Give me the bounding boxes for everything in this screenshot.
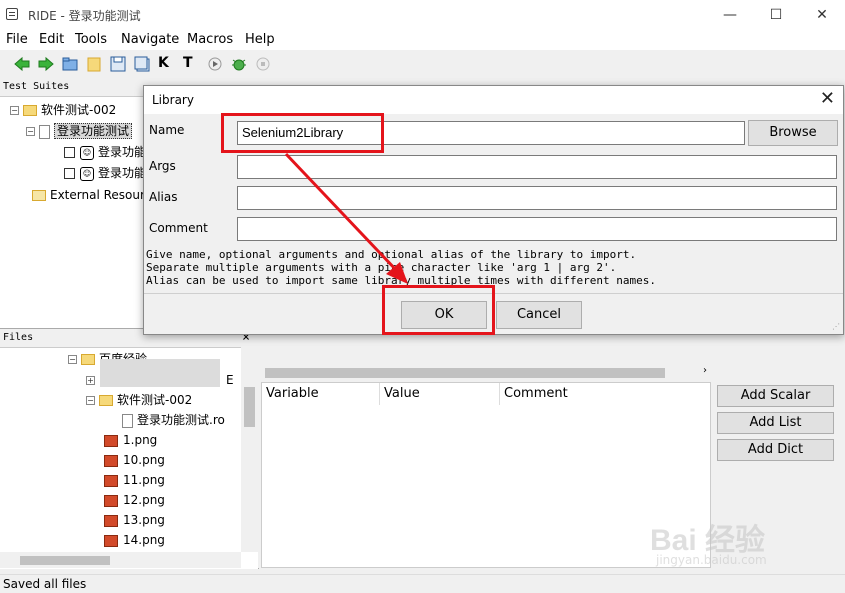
- tree-item-label: E: [226, 373, 234, 387]
- name-label: Name: [149, 123, 185, 137]
- watermark: Bai 经验 jingyan.baidu.com: [650, 515, 840, 575]
- tree-item-file[interactable]: 登录功能测试.ro: [122, 410, 225, 430]
- back-arrow-icon[interactable]: [14, 56, 30, 72]
- expand-icon[interactable]: +: [86, 376, 95, 385]
- collapse-icon[interactable]: −: [10, 106, 19, 115]
- tree-item-png[interactable]: 10.png: [104, 450, 165, 470]
- collapse-icon[interactable]: −: [86, 396, 95, 405]
- files-header-label: Files: [3, 332, 34, 343]
- resource-folder-icon: [32, 190, 46, 201]
- save-all-icon[interactable]: [134, 56, 150, 72]
- cancel-button[interactable]: Cancel: [496, 301, 582, 329]
- file-icon: [122, 413, 133, 428]
- tree-item-png[interactable]: 1.png: [104, 430, 157, 450]
- folder-icon: [23, 105, 37, 116]
- test-search-icon[interactable]: T: [183, 55, 199, 71]
- variables-grid[interactable]: Variable Value Comment: [261, 382, 711, 568]
- close-window-button[interactable]: ✕: [799, 0, 845, 30]
- run-icon[interactable]: [207, 56, 223, 72]
- alias-label: Alias: [149, 190, 178, 204]
- window-title: RIDE - 登录功能测试: [28, 9, 141, 23]
- files-vertical-scrollbar[interactable]: [241, 347, 258, 552]
- tree-item-test-case[interactable]: ☺ 登录功能: [64, 142, 146, 162]
- image-file-icon: [104, 474, 118, 487]
- image-file-icon: [104, 534, 118, 547]
- tree-item-png[interactable]: 13.png: [104, 510, 165, 530]
- status-text: Saved all files: [3, 577, 87, 591]
- annotation-box-name: [221, 113, 384, 153]
- comment-label: Comment: [149, 221, 208, 235]
- dialog-title-bar: Library ✕: [144, 86, 843, 114]
- scroll-thumb[interactable]: [265, 368, 665, 378]
- debug-bug-icon[interactable]: [231, 56, 247, 72]
- minimize-button[interactable]: —: [707, 0, 753, 30]
- image-file-icon: [104, 454, 118, 467]
- new-folder-icon[interactable]: [86, 56, 102, 72]
- open-folder-icon[interactable]: [62, 56, 78, 72]
- scroll-thumb[interactable]: [20, 556, 110, 565]
- menu-file[interactable]: File: [6, 32, 28, 47]
- dialog-title: Library: [152, 93, 194, 107]
- tree-item-suite[interactable]: − 软件测试-002: [10, 100, 116, 120]
- column-value: Value: [380, 383, 500, 405]
- column-comment: Comment: [504, 386, 568, 401]
- folder-icon: [81, 354, 95, 365]
- menu-bar: File Edit Tools Navigate Macros Help: [0, 30, 845, 50]
- menu-edit[interactable]: Edit: [39, 32, 64, 47]
- scroll-thumb[interactable]: [244, 387, 255, 427]
- tree-item-folder[interactable]: +: [86, 370, 99, 390]
- annotation-arrow-icon: [284, 152, 408, 284]
- tree-item-test-case[interactable]: ☺ 登录功能: [64, 163, 146, 183]
- grid-horizontal-scrollbar[interactable]: ›: [261, 365, 711, 381]
- column-variable: Variable: [262, 383, 380, 405]
- status-bar: Saved all files: [0, 574, 845, 593]
- menu-help[interactable]: Help: [245, 32, 275, 47]
- blurred-region: [100, 359, 220, 387]
- image-file-icon: [104, 514, 118, 527]
- title-bar: RIDE - 登录功能测试 — ☐ ✕: [0, 0, 845, 30]
- resize-grip-icon[interactable]: ⋰: [832, 322, 840, 331]
- stop-icon[interactable]: [255, 56, 271, 72]
- scroll-right-icon[interactable]: ›: [703, 365, 707, 376]
- args-label: Args: [149, 159, 176, 173]
- add-scalar-button[interactable]: Add Scalar: [717, 385, 834, 407]
- tree-item-folder[interactable]: − 软件测试-002: [86, 390, 192, 410]
- toolbar: K T: [0, 50, 280, 79]
- test-case-icon: ☺: [80, 166, 94, 181]
- tree-item-test-file[interactable]: − 登录功能测试: [26, 121, 133, 141]
- tree-item-png[interactable]: 14.png: [104, 530, 165, 550]
- files-horizontal-scrollbar[interactable]: [0, 552, 241, 568]
- image-file-icon: [104, 434, 118, 447]
- test-case-icon: ☺: [80, 145, 94, 160]
- menu-navigate[interactable]: Navigate: [121, 32, 179, 47]
- forward-arrow-icon[interactable]: [38, 56, 54, 72]
- watermark-url: jingyan.baidu.com: [656, 553, 767, 567]
- collapse-icon[interactable]: −: [68, 355, 77, 364]
- tree-item-png[interactable]: 11.png: [104, 470, 165, 490]
- app-icon: [6, 8, 18, 20]
- maximize-button[interactable]: ☐: [753, 0, 799, 30]
- dialog-close-icon[interactable]: ✕: [820, 89, 835, 109]
- test-checkbox[interactable]: [64, 147, 75, 158]
- menu-tools[interactable]: Tools: [75, 32, 107, 47]
- tree-item-external-resources[interactable]: External Resour: [32, 185, 145, 205]
- collapse-icon[interactable]: −: [26, 127, 35, 136]
- add-dict-button[interactable]: Add Dict: [717, 439, 834, 461]
- folder-icon: [99, 395, 113, 406]
- files-pane: Files × −百度经验 + E −软件测试-002 登录功能测试.ro 1.…: [0, 328, 259, 569]
- tree-item-png[interactable]: 12.png: [104, 490, 165, 510]
- file-icon: [39, 124, 50, 139]
- add-list-button[interactable]: Add List: [717, 412, 834, 434]
- image-file-icon: [104, 494, 118, 507]
- menu-macros[interactable]: Macros: [187, 32, 233, 47]
- browse-button[interactable]: Browse: [748, 120, 838, 146]
- keyword-search-icon[interactable]: K: [158, 55, 174, 71]
- save-icon[interactable]: [110, 56, 126, 72]
- test-checkbox[interactable]: [64, 168, 75, 179]
